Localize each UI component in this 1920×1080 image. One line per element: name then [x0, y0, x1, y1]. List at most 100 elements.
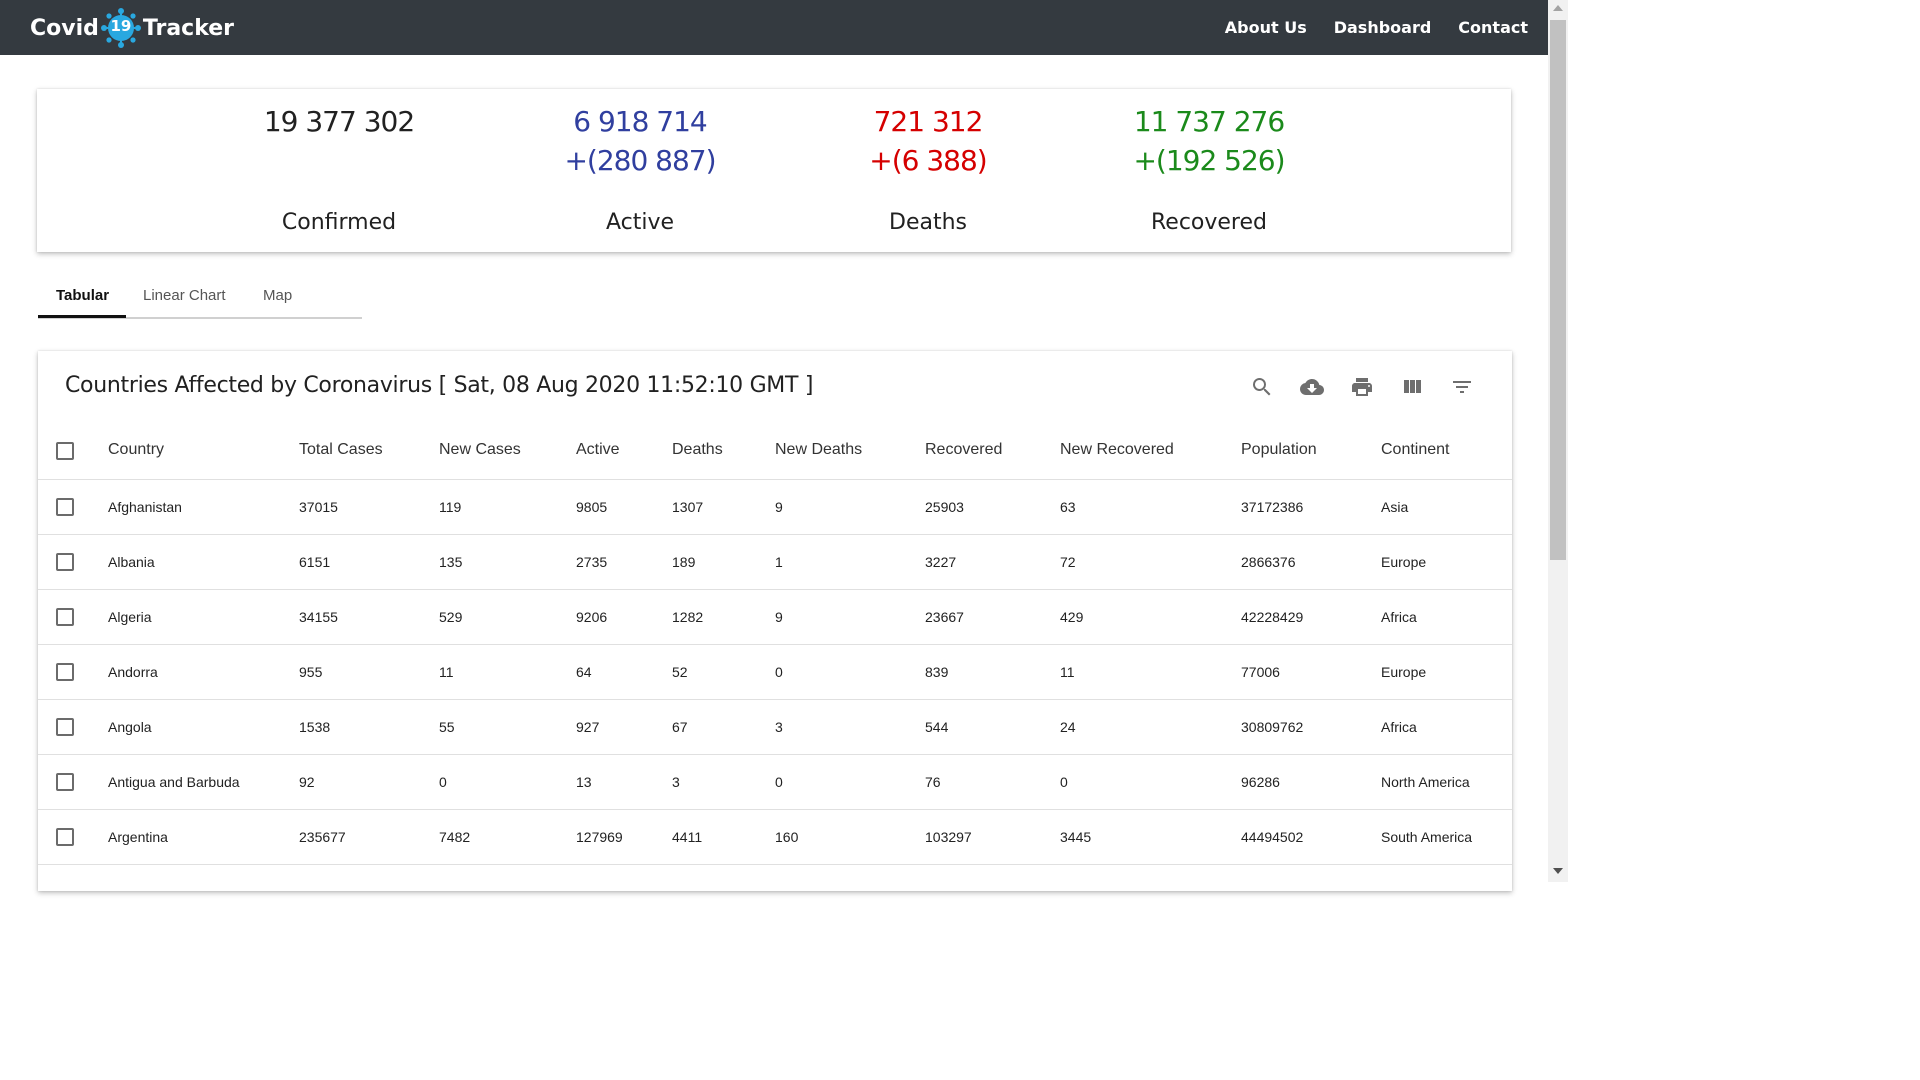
cell-new-deaths: 0 — [775, 774, 783, 790]
column-header-new-deaths[interactable]: New Deaths — [775, 441, 862, 459]
column-header-new-recovered[interactable]: New Recovered — [1060, 441, 1174, 459]
cell-population: 96286 — [1241, 774, 1280, 790]
cell-deaths: 3 — [672, 774, 680, 790]
row-checkbox[interactable] — [56, 828, 74, 846]
search-icon[interactable] — [1250, 375, 1274, 399]
column-header-continent[interactable]: Continent — [1381, 441, 1450, 459]
column-header-population[interactable]: Population — [1241, 441, 1317, 459]
active-tab-indicator — [38, 315, 126, 318]
column-header-total-cases[interactable]: Total Cases — [299, 441, 383, 459]
cell-new-cases: 7482 — [439, 829, 471, 845]
active-value: 6 918 714 — [573, 105, 708, 138]
cell-new-cases: 55 — [439, 719, 455, 735]
column-header-new-cases[interactable]: New Cases — [439, 441, 521, 459]
navbar: Covid 19 Tracker About Us Dashboard Cont… — [0, 0, 1548, 55]
table-row[interactable]: Afghanistan 37015 119 9805 1307 9 25903 … — [38, 480, 1512, 535]
cell-total-cases: 1538 — [299, 719, 331, 735]
cell-continent: Asia — [1381, 499, 1409, 515]
nav-dashboard[interactable]: Dashboard — [1334, 18, 1432, 37]
nav-contact[interactable]: Contact — [1458, 18, 1528, 37]
column-header-active[interactable]: Active — [576, 441, 620, 459]
table-row[interactable]: Angola 1538 55 927 67 3 544 24 30809762 … — [38, 700, 1512, 755]
recovered-value: 11 737 276 — [1133, 105, 1285, 138]
active-label: Active — [605, 210, 675, 235]
confirmed-label: Confirmed — [281, 210, 397, 235]
cell-new-cases: 0 — [439, 774, 447, 790]
cell-new-deaths: 3 — [775, 719, 783, 735]
row-checkbox[interactable] — [56, 773, 74, 791]
cell-new-recovered: 3445 — [1060, 829, 1092, 845]
cell-continent: Africa — [1381, 609, 1417, 625]
cell-recovered: 103297 — [925, 829, 972, 845]
tab-tabular[interactable]: Tabular — [56, 287, 109, 304]
cell-total-cases: 92 — [299, 774, 315, 790]
table-row[interactable]: Albania 6151 135 2735 189 1 3227 72 2866… — [38, 535, 1512, 590]
summary-card: 19 377 302 Confirmed 6 918 714 +(280 887… — [37, 89, 1511, 252]
cell-country: Argentina — [108, 829, 168, 845]
cell-recovered: 839 — [925, 664, 949, 680]
cell-population: 2866376 — [1241, 554, 1296, 570]
deaths-value: 721 312 — [873, 105, 984, 138]
cell-country: Albania — [108, 554, 155, 570]
page-scrollbar[interactable] — [1548, 0, 1568, 882]
cell-new-recovered: 429 — [1060, 609, 1084, 625]
cell-country: Angola — [108, 719, 152, 735]
cell-new-recovered: 63 — [1060, 499, 1076, 515]
brand-badge: 19 — [110, 17, 132, 35]
column-header-country[interactable]: Country — [108, 441, 164, 459]
cell-country: Algeria — [108, 609, 152, 625]
table-row[interactable]: Andorra 955 11 64 52 0 839 11 77006 Euro… — [38, 645, 1512, 700]
table-toolbar — [1224, 375, 1474, 399]
scroll-down-arrow-icon[interactable] — [1553, 868, 1563, 874]
cell-deaths: 189 — [672, 554, 696, 570]
cell-deaths: 1307 — [672, 499, 704, 515]
nav-links: About Us Dashboard Contact — [1198, 0, 1528, 55]
cell-country: Andorra — [108, 664, 158, 680]
cloud-download-icon[interactable] — [1300, 375, 1324, 399]
nav-about-us[interactable]: About Us — [1225, 18, 1307, 37]
view-column-icon[interactable] — [1400, 375, 1424, 399]
cell-continent: South America — [1381, 829, 1473, 845]
row-checkbox[interactable] — [56, 663, 74, 681]
cell-recovered: 25903 — [925, 499, 964, 515]
column-header-deaths[interactable]: Deaths — [672, 441, 723, 459]
cell-country: Afghanistan — [108, 499, 182, 515]
cell-new-cases: 119 — [439, 499, 462, 515]
tab-linear-chart[interactable]: Linear Chart — [143, 287, 226, 304]
virus-icon: 19 — [100, 8, 141, 48]
cell-deaths: 52 — [672, 664, 688, 680]
cell-new-cases: 529 — [439, 609, 463, 625]
row-checkbox[interactable] — [56, 718, 74, 736]
filter-icon[interactable] — [1450, 375, 1474, 399]
cell-population: 30809762 — [1241, 719, 1304, 735]
cell-total-cases: 37015 — [299, 499, 338, 515]
row-checkbox[interactable] — [56, 553, 74, 571]
cell-deaths: 67 — [672, 719, 688, 735]
cell-active: 927 — [576, 719, 600, 735]
tab-map[interactable]: Map — [263, 287, 292, 304]
row-checkbox[interactable] — [56, 498, 74, 516]
table-row[interactable]: Algeria 34155 529 9206 1282 9 23667 429 … — [38, 590, 1512, 645]
cell-new-recovered: 72 — [1060, 554, 1076, 570]
cell-new-deaths: 0 — [775, 664, 783, 680]
view-tabs: Tabular Linear Chart Map — [38, 275, 362, 319]
active-delta: +(280 887) — [564, 144, 716, 177]
cell-deaths: 4411 — [672, 829, 703, 845]
cell-new-cases: 135 — [439, 554, 463, 570]
print-icon[interactable] — [1350, 375, 1374, 399]
cell-new-deaths: 9 — [775, 499, 783, 515]
cell-recovered: 76 — [925, 774, 941, 790]
brand-logo[interactable]: Covid 19 Tracker — [30, 8, 234, 48]
table-row[interactable]: Argentina 235677 7482 127969 4411 160 10… — [38, 810, 1512, 865]
cell-continent: Africa — [1381, 719, 1417, 735]
select-all-checkbox[interactable] — [56, 442, 74, 460]
scroll-thumb[interactable] — [1550, 20, 1566, 560]
scroll-up-arrow-icon[interactable] — [1553, 5, 1563, 11]
column-header-recovered[interactable]: Recovered — [925, 441, 1002, 459]
cell-recovered: 544 — [925, 719, 949, 735]
table-row[interactable]: Antigua and Barbuda 92 0 13 3 0 76 0 962… — [38, 755, 1512, 810]
cell-recovered: 3227 — [925, 554, 957, 570]
cell-active: 9206 — [576, 609, 608, 625]
row-checkbox[interactable] — [56, 608, 74, 626]
cell-total-cases: 235677 — [299, 829, 346, 845]
